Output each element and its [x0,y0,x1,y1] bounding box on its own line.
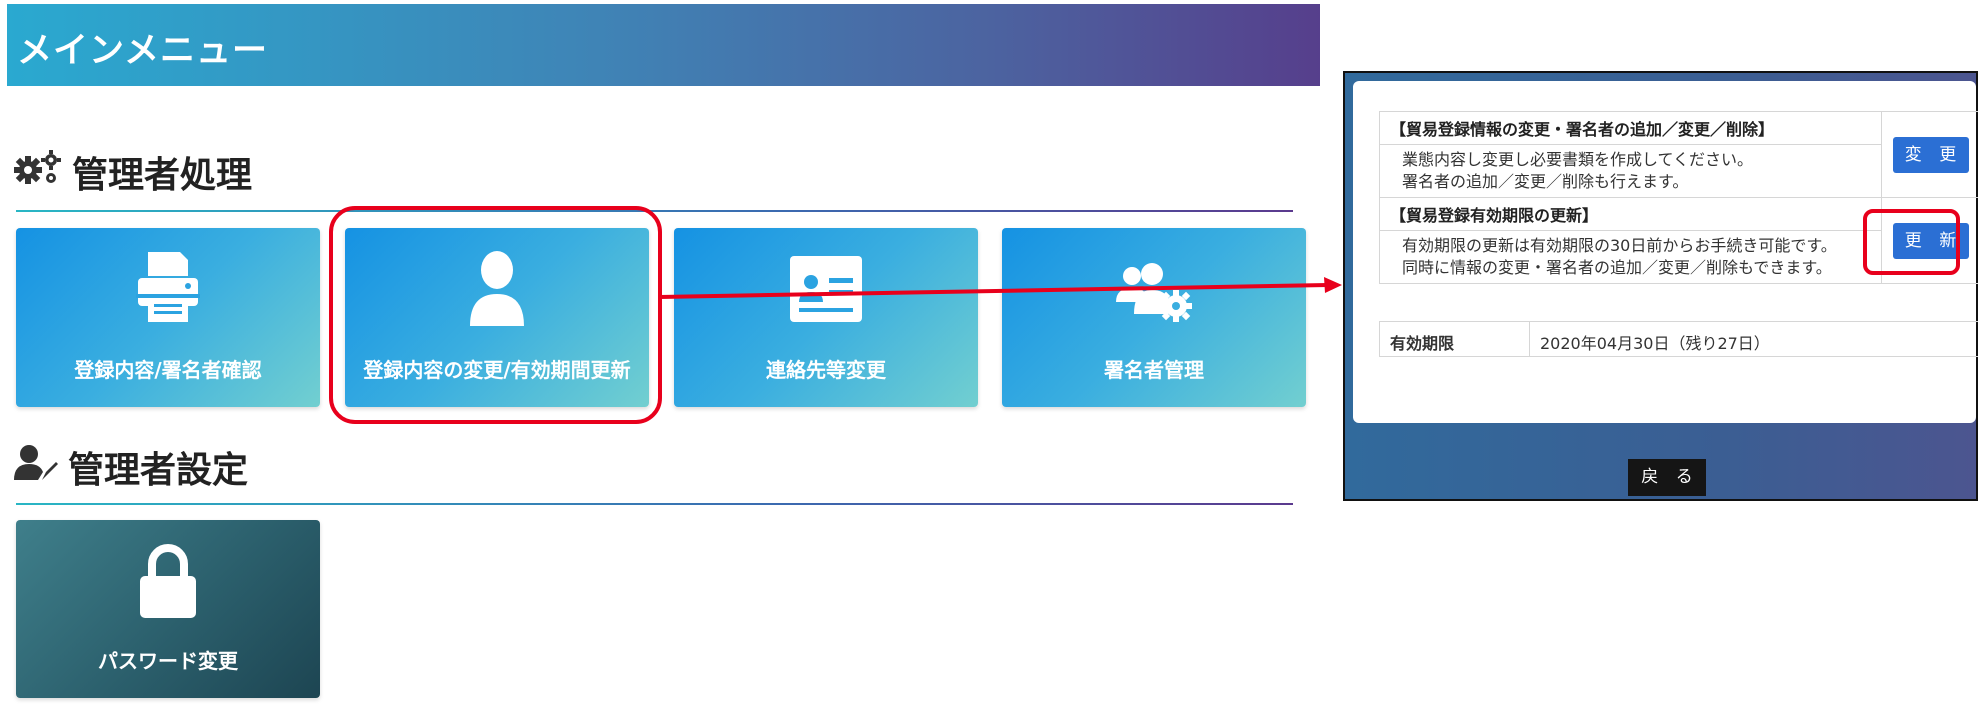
description-line: 業態内容し変更し必要書類を作成してください。 [1402,150,1754,169]
back-button[interactable]: 戻 る [1628,459,1706,496]
change-button[interactable]: 変 更 [1892,136,1969,173]
validity-label: 有効期限 [1380,322,1530,356]
change-renewal-dialog: 【貿易登録情報の変更・署名者の追加／変更／削除】 変 更 業態内容し変更し必要書… [1343,71,1978,501]
change-button-cell: 変 更 [1881,111,1978,198]
description-line: 有効期限の更新は有効期限の30日前からお手続き可能です。 [1402,236,1837,255]
description-line: 署名者の追加／変更／削除も行えます。 [1402,172,1689,191]
validity-row: 有効期限 2020年04月30日（残り27日） [1379,321,1978,357]
renew-button-highlight [1863,209,1960,275]
renewal-section-heading: 【貿易登録有効期限の更新】 [1379,197,1882,231]
change-section-description: 業態内容し変更し必要書類を作成してください。 署名者の追加／変更／削除も行えます… [1379,144,1882,198]
change-section-heading: 【貿易登録情報の変更・署名者の追加／変更／削除】 [1379,111,1882,145]
renewal-section-description: 有効期限の更新は有効期限の30日前からお手続き可能です。 同時に情報の変更・署名… [1379,230,1882,284]
validity-value: 2020年04月30日（残り27日） [1540,334,1770,353]
description-line: 同時に情報の変更・署名者の追加／変更／削除もできます。 [1402,258,1832,277]
